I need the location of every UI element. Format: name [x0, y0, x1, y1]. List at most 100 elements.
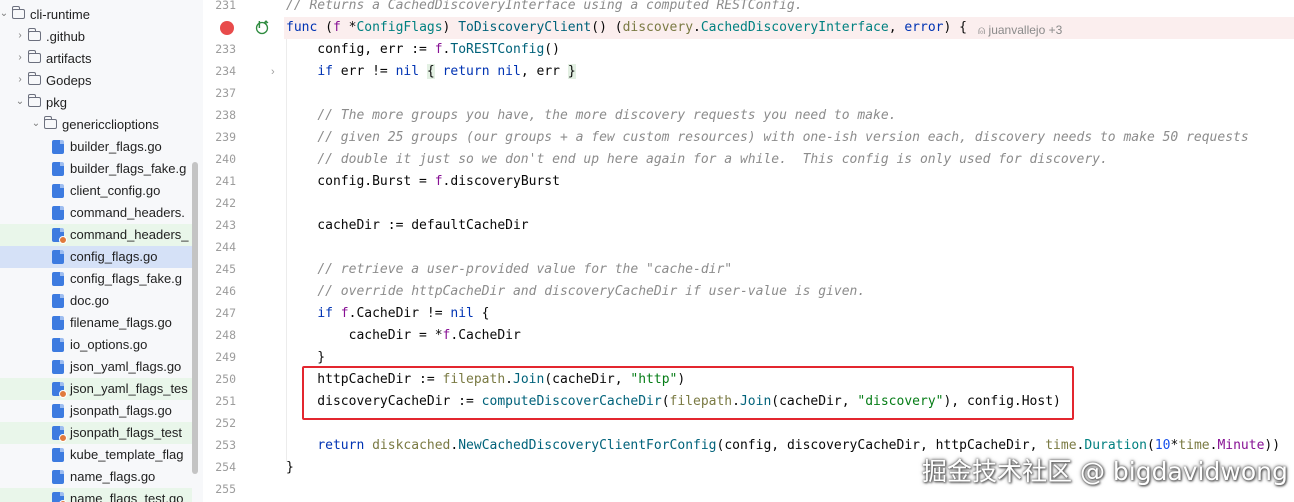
tree-folder-item[interactable]: ⌄ pkg [0, 92, 192, 114]
fold-chevron-icon[interactable]: › [271, 66, 275, 78]
go-file-icon [52, 382, 67, 398]
tree-file-item[interactable]: builder_flags.go [0, 136, 192, 158]
line-number: 244 [215, 240, 236, 254]
tree-item-label: cli-runtime [30, 7, 90, 22]
code-line[interactable]: // Returns a CachedDiscoveryInterface us… [284, 0, 1294, 17]
line-number: 247 [215, 306, 236, 320]
tree-file-item[interactable]: io_options.go [0, 334, 192, 356]
tree-file-item[interactable]: name_flags.go [0, 466, 192, 488]
implements-icon[interactable]: I [255, 19, 271, 35]
tree-file-item[interactable]: json_yaml_flags.go [0, 356, 192, 378]
folder-icon [28, 50, 41, 63]
code-line[interactable] [284, 83, 1294, 105]
tree-item-label: builder_flags.go [70, 139, 162, 154]
go-file-icon [52, 316, 64, 330]
chevron-right-icon[interactable]: › [14, 30, 26, 42]
folder-icon [12, 6, 25, 19]
go-file-icon [52, 492, 67, 502]
tree-item-label: .github [46, 29, 86, 44]
project-tree: ⌄ cli-runtime › .github › artifacts › Godeps ⌄ pk… [0, 0, 204, 502]
test-badge-icon [59, 434, 67, 442]
code-line[interactable]: // override httpCacheDir and discoveryCa… [284, 281, 1294, 303]
tree-file-item[interactable]: client_config.go [0, 180, 192, 202]
code-line[interactable]: cacheDir := defaultCacheDir [284, 215, 1294, 237]
line-number: 240 [215, 152, 236, 166]
tree-folder-item[interactable]: › artifacts [0, 48, 192, 70]
code-line[interactable] [284, 193, 1294, 215]
breakpoint-icon[interactable] [220, 21, 234, 35]
tree-file-item[interactable]: config_flags.go [0, 246, 192, 268]
tree-item-label: name_flags.go [70, 469, 156, 484]
tree-file-item[interactable]: json_yaml_flags_tes [0, 378, 192, 400]
tree-item-label: io_options.go [70, 337, 148, 352]
tree-file-item[interactable]: name_flags_test.go [0, 488, 192, 502]
tree-folder-item[interactable]: ⌄ cli-runtime [0, 4, 192, 26]
tree-item-label: jsonpath_flags.go [70, 403, 172, 418]
tree-file-item[interactable]: command_headers_ [0, 224, 192, 246]
code-line[interactable]: // retrieve a user-provided value for th… [284, 259, 1294, 281]
line-number: 255 [215, 482, 236, 496]
tree-file-item[interactable]: doc.go [0, 290, 192, 312]
code-line[interactable]: if f.CacheDir != nil { [284, 303, 1294, 325]
line-number: 231 [215, 0, 236, 12]
tree-item-label: command_headers. [70, 205, 185, 220]
line-number: 243 [215, 218, 236, 232]
go-file-icon [52, 162, 64, 176]
chevron-right-icon[interactable]: › [14, 74, 26, 86]
folder-icon [28, 28, 41, 41]
tree-item-label: config_flags_fake.g [70, 271, 183, 286]
tree-file-item[interactable]: jsonpath_flags_test [0, 422, 192, 444]
line-number: 237 [215, 86, 236, 100]
code-line[interactable] [284, 237, 1294, 259]
line-number: 233 [215, 42, 236, 56]
tree-file-item[interactable]: command_headers. [0, 202, 192, 224]
chevron-right-icon[interactable]: › [14, 52, 26, 64]
chevron-down-icon[interactable]: ⌄ [30, 118, 42, 130]
highlight-annotation-box [302, 366, 1074, 420]
line-number: 246 [215, 284, 236, 298]
line-number: 245 [215, 262, 236, 276]
tree-folder-item[interactable]: ⌄ genericclioptions [0, 114, 192, 136]
tree-scrollbar[interactable] [192, 162, 198, 474]
line-number: 254 [215, 460, 236, 474]
line-number: 252 [215, 416, 236, 430]
go-file-icon [52, 338, 64, 352]
tree-file-item[interactable]: config_flags_fake.g [0, 268, 192, 290]
author-hint[interactable]: ⍝ juanvallejo +3 [978, 22, 1062, 38]
tree-item-label: genericclioptions [62, 117, 159, 132]
folder-icon [28, 72, 41, 85]
tree-item-label: Godeps [46, 73, 92, 88]
code-line[interactable]: config.Burst = f.discoveryBurst [284, 171, 1294, 193]
go-file-icon [52, 294, 64, 308]
tree-item-label: json_yaml_flags_tes [70, 381, 188, 396]
tree-item-label: config_flags.go [70, 249, 158, 264]
tree-file-item[interactable]: jsonpath_flags.go [0, 400, 192, 422]
tree-file-item[interactable]: filename_flags.go [0, 312, 192, 334]
go-file-icon [52, 404, 64, 418]
tree-file-item[interactable]: builder_flags_fake.g [0, 158, 192, 180]
chevron-down-icon[interactable]: ⌄ [0, 8, 10, 20]
go-file-icon [52, 228, 67, 244]
tree-folder-item[interactable]: › .github [0, 26, 192, 48]
tree-item-label: jsonpath_flags_test [70, 425, 183, 440]
tree-item-label: pkg [46, 95, 67, 110]
chevron-down-icon[interactable]: ⌄ [14, 96, 26, 108]
code-line[interactable]: // double it just so we don't end up her… [284, 149, 1294, 171]
code-line[interactable]: cacheDir = *f.CacheDir [284, 325, 1294, 347]
tree-file-item[interactable]: kube_template_flag [0, 444, 192, 466]
tree-item-label: name_flags_test.go [70, 491, 184, 502]
code-line[interactable]: func (f *ConfigFlags) ToDiscoveryClient(… [284, 17, 1294, 39]
code-line[interactable]: if err != nil { return nil, err } [284, 61, 1294, 83]
tree-folder-item[interactable]: › Godeps [0, 70, 192, 92]
line-number: 251 [215, 394, 236, 408]
code-editor[interactable]: // Returns a CachedDiscoveryInterface us… [284, 0, 1294, 502]
code-line[interactable]: config, err := f.ToRESTConfig() [284, 39, 1294, 61]
line-number: 241 [215, 174, 236, 188]
code-line[interactable]: // given 25 groups (our groups + a few c… [284, 127, 1294, 149]
line-number: 249 [215, 350, 236, 364]
tree-item-label: filename_flags.go [70, 315, 172, 330]
tree-item-label: artifacts [46, 51, 92, 66]
watermark: 掘金技术社区 @ bigdavidwong [922, 457, 1288, 486]
go-file-icon [52, 426, 67, 442]
code-line[interactable]: // The more groups you have, the more di… [284, 105, 1294, 127]
